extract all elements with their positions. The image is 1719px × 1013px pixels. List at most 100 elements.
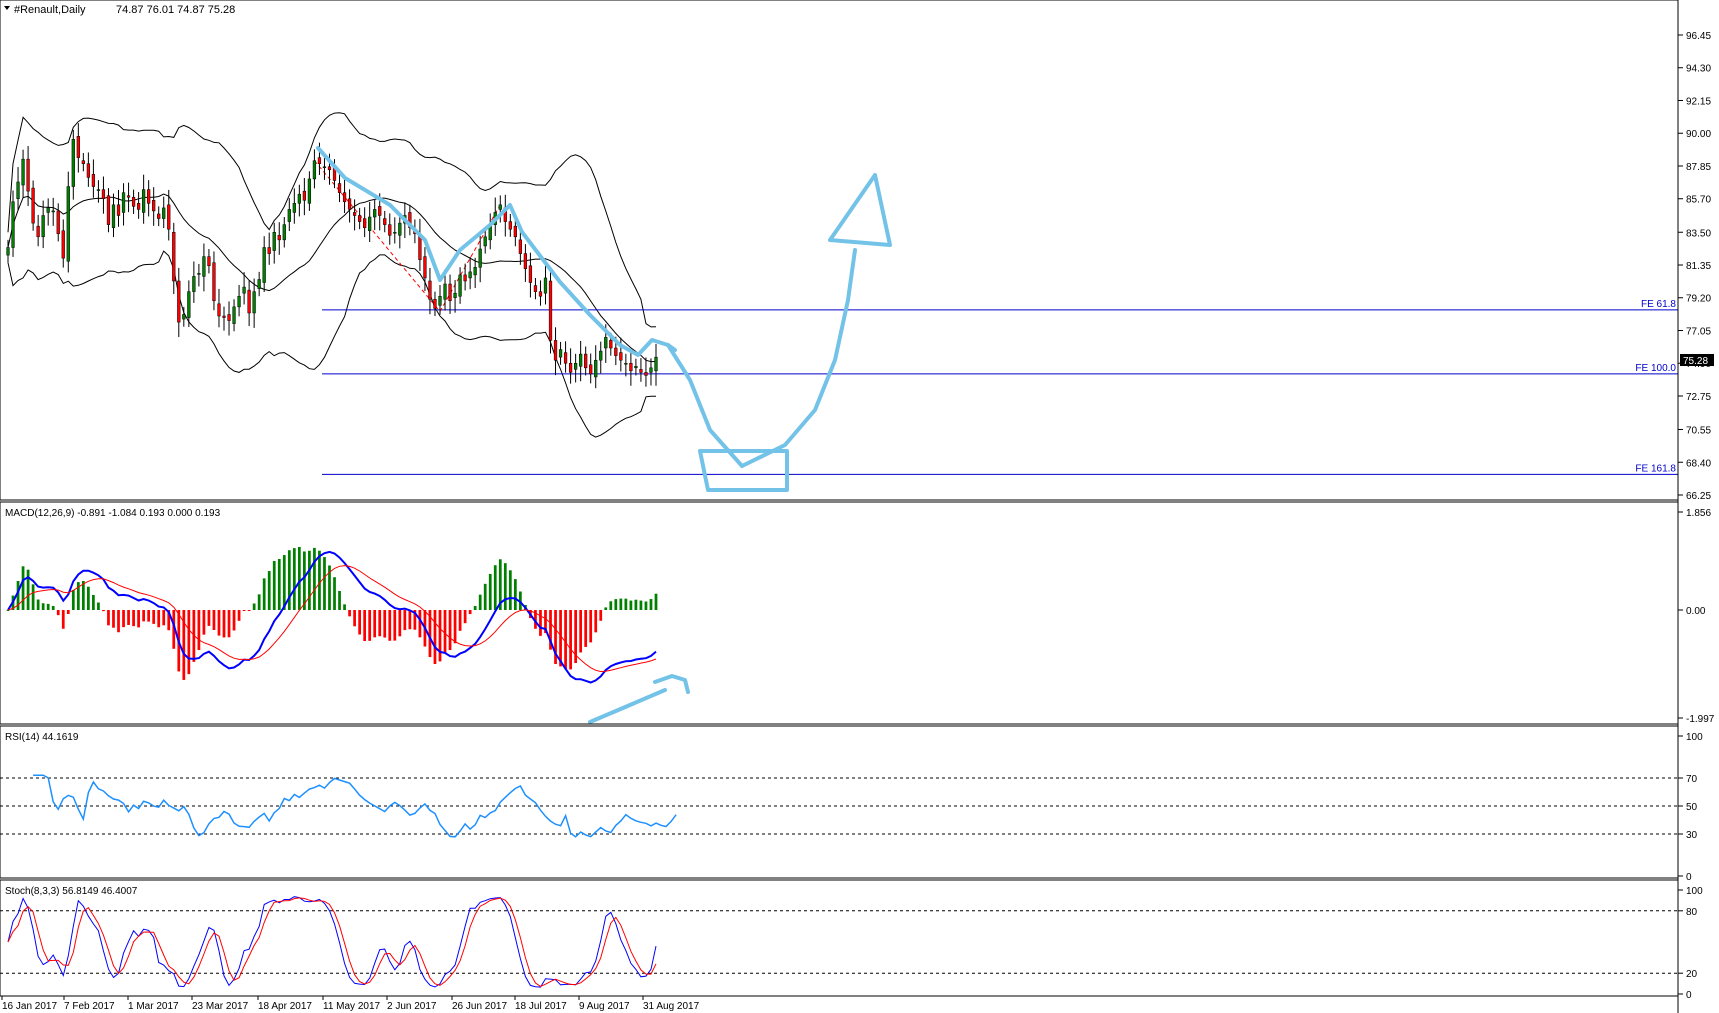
macd-histogram-bar [348,610,351,617]
candle-body [11,201,15,248]
macd-histogram-bar [142,610,145,622]
candle-body [157,213,161,219]
candle-body [523,253,528,270]
candle-body [197,273,201,275]
macd-histogram-bar [443,610,447,653]
candle-body [202,256,206,277]
candle-body [312,160,317,180]
macd-histogram-bar [157,610,161,628]
candle-body [478,248,482,268]
macd-histogram-bar [197,610,201,651]
candle-body [568,362,573,373]
time-tick-label: 23 Mar 2017 [192,1001,249,1012]
candle-body [31,187,35,224]
macd-histogram-bar [237,610,241,621]
candle-body [589,364,593,375]
price-tick-label: 70.55 [1686,426,1711,437]
candle-body [16,181,20,199]
candle-body [167,204,171,230]
candle-body [448,283,452,302]
time-tick-label: 9 Aug 2017 [579,1001,630,1012]
macd-histogram-bar [222,610,226,638]
candle-body [342,192,347,203]
macd-histogram-bar [453,610,457,644]
macd-histogram-bar [478,594,482,610]
macd-histogram-bar [117,610,120,633]
candle-body [152,200,156,212]
candle-body [56,210,60,235]
candle-body [222,315,226,318]
macd-histogram-bar [81,581,85,610]
macd-histogram-bar [297,546,301,610]
macd-histogram-bar [333,577,336,610]
macd-histogram-bar [122,610,125,628]
candle-body [287,209,291,222]
candle-body [237,295,241,308]
candle-body [453,292,457,298]
macd-histogram-bar [579,610,583,653]
macd-histogram-bar [272,561,276,610]
macd-histogram-bar [36,599,40,610]
macd-histogram-bar [383,610,387,638]
candle-body [629,362,633,372]
macd-histogram-bar [102,610,105,612]
candle-body [518,239,522,254]
candle-body [388,224,392,236]
macd-histogram-bar [388,610,392,641]
time-tick-label: 2 Jun 2017 [387,1001,437,1012]
macd-histogram-bar [21,566,25,610]
macd-histogram-bar [66,610,70,614]
candle-body [363,218,367,228]
candle-body [257,279,261,289]
time-tick-label: 31 Aug 2017 [643,1001,700,1012]
time-tick-label: 18 Jul 2017 [515,1001,567,1012]
candle-body [599,350,603,361]
macd-histogram-bar [559,610,562,667]
macd-histogram-bar [458,610,462,631]
candle-body [548,280,553,341]
macd-histogram-bar [202,610,206,635]
candle-body [579,353,583,367]
macd-histogram-bar [644,601,648,610]
candle-body [609,340,613,349]
candle-body [51,210,55,213]
macd-histogram-bar [217,610,221,636]
stoch-tick-label: 80 [1686,907,1698,918]
candle-body [483,236,487,247]
candle-body [604,337,608,349]
macd-histogram-bar [343,604,346,610]
candle-body [66,186,70,262]
price-tick-label: 81.35 [1686,261,1711,272]
candle-body [368,216,372,231]
candle-body [438,295,442,306]
macd-histogram-bar [448,610,452,651]
macd-histogram-bar [468,610,472,615]
macd-histogram-bar [112,610,115,628]
macd-histogram-bar [252,603,256,610]
macd-histogram-bar [513,579,517,610]
candle-body [217,303,221,317]
candle-body [101,189,106,199]
candle-body [302,190,306,201]
time-tick-label: 1 Mar 2017 [128,1001,179,1012]
fe-level-label: FE 100.0 [1635,363,1676,374]
macd-histogram-bar [639,600,643,610]
candle-body [373,209,377,218]
candle-body [337,183,342,193]
trading-chart[interactable]: FE 61.8 FE 100.0 FE 161.8 #Renault,Daily 7… [0,0,1719,1013]
candle-body [61,230,65,259]
macd-histogram-bar [604,607,608,610]
candle-body [463,274,467,282]
candle-body [36,225,40,238]
price-tick-label: 72.75 [1686,392,1711,403]
macd-histogram-bar [539,610,542,636]
macd-histogram-bar [408,610,412,630]
candle-body [267,247,271,254]
candle-body [227,314,231,321]
candle-body [136,203,141,210]
macd-histogram-bar [463,610,467,624]
candle-body [116,204,121,216]
candle-body [358,215,362,222]
macd-histogram-bar [132,610,135,627]
macd-histogram-bar [373,610,377,638]
